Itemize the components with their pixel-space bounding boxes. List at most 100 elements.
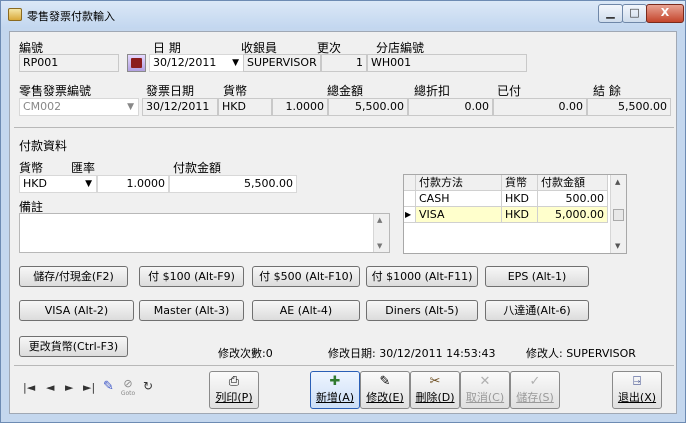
pay-500-button[interactable]: 付 $500 (Alt-F10) <box>252 266 360 287</box>
chevron-down-icon[interactable]: ▼ <box>85 176 92 192</box>
grid-header-method[interactable]: 付款方法 <box>416 175 502 191</box>
close-button[interactable]: X <box>646 4 684 23</box>
save-cash-button[interactable]: 儲存/付現金(F2) <box>19 266 128 287</box>
save-button[interactable]: ✓ 儲存(S) <box>510 371 560 409</box>
grid-cell-currency[interactable]: HKD <box>502 191 538 207</box>
payment-grid[interactable]: 付款方法 貨幣 付款金額 CASH HKD 500.00 ▶ VISA HKD … <box>403 174 627 254</box>
cancel-label: 取消(C) <box>465 391 505 404</box>
invoice-no-field[interactable]: CM002 ▼ <box>19 98 139 116</box>
grid-scrollbar[interactable]: ▲ ▼ <box>610 175 626 253</box>
total-label: 總金額 <box>327 84 364 98</box>
refresh-icon[interactable]: ↻ <box>143 379 153 393</box>
total-field: 5,500.00 <box>328 98 408 116</box>
date-value: 30/12/2011 <box>153 56 217 69</box>
payment-currency-select[interactable]: HKD ▼ <box>19 175 97 193</box>
payment-amount-input[interactable]: 5,500.00 <box>169 175 297 193</box>
scroll-thumb[interactable] <box>613 209 624 221</box>
invoice-date-label: 發票日期 <box>146 84 195 98</box>
goto-label: Goto <box>120 390 136 397</box>
paid-field: 0.00 <box>493 98 587 116</box>
goto-icon[interactable]: ⊘ Goto <box>120 377 136 397</box>
delete-label: 刪除(D) <box>415 391 455 404</box>
paid-label: 已付 <box>497 84 522 98</box>
branch-field: WH001 <box>367 54 527 72</box>
grid-cell-method[interactable]: VISA <box>416 207 502 223</box>
remarks-textarea[interactable]: ▲ ▼ <box>19 213 390 253</box>
print-button[interactable]: ⎙ 列印(P) <box>209 371 259 409</box>
scroll-up-icon[interactable]: ▲ <box>615 178 620 186</box>
nav-last-icon[interactable]: ►| <box>83 381 95 394</box>
revision-field: 1 <box>321 54 367 72</box>
cancel-icon: ✕ <box>479 374 491 389</box>
chevron-down-icon[interactable]: ▼ <box>127 99 134 115</box>
title-bar: 零售發票付款輸入 ▁ □ X <box>1 1 685 28</box>
nav-first-icon[interactable]: |◄ <box>23 381 35 394</box>
invoice-no-label: 零售發票編號 <box>19 84 92 98</box>
print-label: 列印(P) <box>215 391 253 404</box>
form-body: 編號 日 期 收銀員 更次 分店編號 RP001 30/12/2011 ▼ SU… <box>9 31 677 414</box>
date-field[interactable]: 30/12/2011 ▼ <box>149 54 244 72</box>
edit-label: 修改(E) <box>366 391 404 404</box>
window-title: 零售發票付款輸入 <box>27 10 115 23</box>
scroll-down-icon[interactable]: ▼ <box>377 242 382 250</box>
ae-button[interactable]: AE (Alt-4) <box>252 300 360 321</box>
discount-label: 總折扣 <box>414 84 451 98</box>
printer-icon: ⎙ <box>228 374 240 389</box>
delete-icon: ✂ <box>429 374 441 389</box>
payment-section-title: 付款資料 <box>19 139 68 153</box>
master-button[interactable]: Master (Alt-3) <box>139 300 244 321</box>
edited-by-text: 修改人: SUPERVISOR <box>526 347 636 360</box>
grid-cell-amount[interactable]: 500.00 <box>538 191 608 207</box>
edit-pencil-icon[interactable]: ✎ <box>103 379 114 394</box>
nav-prev-icon[interactable]: ◄ <box>46 381 54 394</box>
edit-date-text: 修改日期: 30/12/2011 14:53:43 <box>328 347 496 360</box>
app-window: 零售發票付款輸入 ▁ □ X 編號 日 期 收銀員 更次 分店編號 RP001 … <box>0 0 686 423</box>
minimize-button[interactable]: ▁ <box>598 4 623 23</box>
payment-rate-input[interactable]: 1.0000 <box>97 175 169 193</box>
edit-count-text: 修改次數:0 <box>218 347 273 360</box>
grid-corner <box>404 175 416 191</box>
maximize-button[interactable]: □ <box>622 4 647 23</box>
row-selector[interactable] <box>404 191 416 207</box>
grid-cell-amount[interactable]: 5,000.00 <box>538 207 608 223</box>
cashier-field: SUPERVISOR <box>243 54 321 72</box>
nav-next-icon[interactable]: ► <box>65 381 73 394</box>
exit-label: 退出(X) <box>617 391 657 404</box>
payment-currency-label: 貨幣 <box>19 161 44 175</box>
chevron-down-icon[interactable]: ▼ <box>232 55 239 71</box>
invoice-date-field: 30/12/2011 <box>142 98 218 116</box>
edit-button[interactable]: ✎ 修改(E) <box>360 371 410 409</box>
calendar-icon[interactable] <box>127 54 146 72</box>
save-check-icon: ✓ <box>529 374 541 389</box>
scroll-down-icon[interactable]: ▼ <box>615 242 620 250</box>
new-label: 新增(A) <box>315 391 355 404</box>
remarks-scrollbar[interactable]: ▲ ▼ <box>373 214 389 252</box>
edit-record-icon: ✎ <box>379 374 391 389</box>
eps-button[interactable]: EPS (Alt-1) <box>485 266 589 287</box>
invoice-rate-field: 1.0000 <box>272 98 328 116</box>
visa-button[interactable]: VISA (Alt-2) <box>19 300 134 321</box>
diners-button[interactable]: Diners (Alt-5) <box>366 300 478 321</box>
pay-1000-button[interactable]: 付 $1000 (Alt-F11) <box>366 266 478 287</box>
grid-cell-method[interactable]: CASH <box>416 191 502 207</box>
octopus-button[interactable]: 八達通(Alt-6) <box>485 300 589 321</box>
discount-field: 0.00 <box>408 98 493 116</box>
code-field[interactable]: RP001 <box>19 54 119 72</box>
current-row-arrow-icon[interactable]: ▶ <box>404 207 416 223</box>
payment-rate-label: 匯率 <box>71 161 96 175</box>
grid-header-amount[interactable]: 付款金額 <box>538 175 608 191</box>
exit-button[interactable]: ⍈ 退出(X) <box>612 371 662 409</box>
payment-currency-value: HKD <box>23 177 47 190</box>
app-icon <box>8 8 22 21</box>
grid-header-currency[interactable]: 貨幣 <box>502 175 538 191</box>
change-currency-button[interactable]: 更改貨幣(Ctrl-F3) <box>19 336 128 357</box>
grid-cell-currency[interactable]: HKD <box>502 207 538 223</box>
scroll-up-icon[interactable]: ▲ <box>377 216 382 224</box>
section-divider <box>14 127 674 128</box>
new-button[interactable]: ✚ 新增(A) <box>310 371 360 409</box>
payment-amount-label: 付款金額 <box>173 161 222 175</box>
delete-button[interactable]: ✂ 刪除(D) <box>410 371 460 409</box>
balance-label: 結 餘 <box>593 84 621 98</box>
pay-100-button[interactable]: 付 $100 (Alt-F9) <box>139 266 244 287</box>
cancel-button[interactable]: ✕ 取消(C) <box>460 371 510 409</box>
